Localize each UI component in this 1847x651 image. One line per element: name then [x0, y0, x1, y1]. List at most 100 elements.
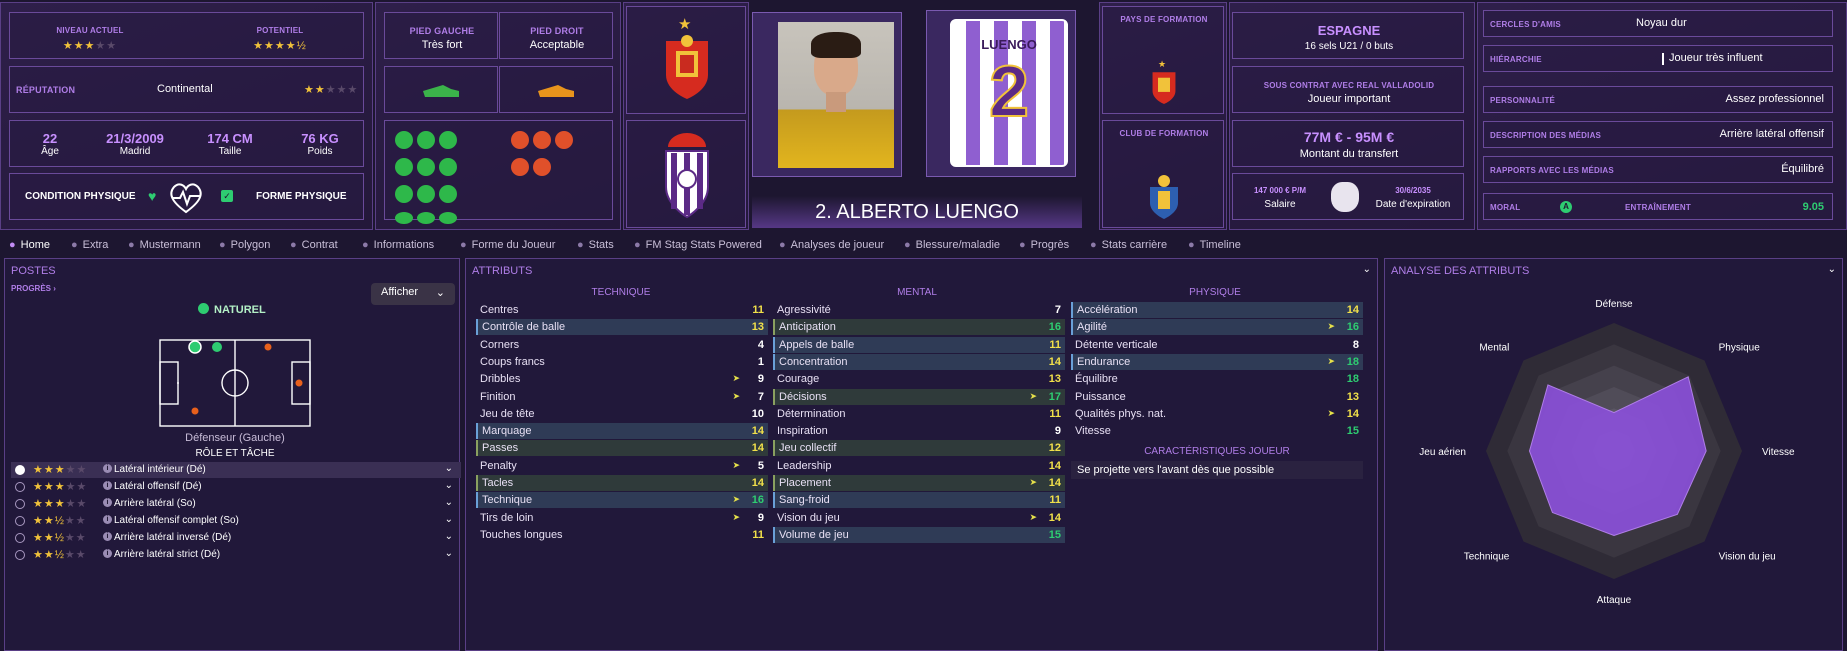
info-icon[interactable]: i [103, 532, 112, 541]
trait-icon [511, 131, 529, 149]
niveau-stars: ★★★★★ [62, 40, 118, 52]
info-row-hierarchy: HIÉRARCHIE Joueur très influent [1483, 45, 1833, 72]
role-row[interactable]: ★★½★★ i Latéral offensif complet (So) ⌄ [11, 513, 461, 529]
position-name: Défenseur (Gauche) [185, 432, 285, 444]
role-row[interactable]: ★★½★★ i Arrière latéral inversé (Dé) ⌄ [11, 530, 461, 546]
attribute-value: 13 [1346, 390, 1359, 403]
radio-button[interactable] [15, 465, 25, 475]
radio-button[interactable] [15, 499, 25, 509]
chevron-down-icon[interactable]: ⌄ [445, 514, 453, 525]
radar-chart: Défense Physique Vitesse Vision du jeu Attaq… [1419, 299, 1795, 606]
chevron-down-icon[interactable]: ⌄ [445, 548, 453, 559]
attribute-row: Contrôle de balle 13 [476, 319, 768, 336]
attribute-row: Finition ➤ 7 [476, 389, 768, 405]
tab-timeline[interactable]: ● Timeline [1188, 239, 1241, 251]
reputation-label: RÉPUTATION [16, 85, 76, 95]
tab-blessure[interactable]: ● Blessure/maladie [904, 239, 1000, 251]
tab-analyses[interactable]: ● Analyses de joueur [779, 239, 884, 251]
role-title: RÔLE ET TÂCHE [195, 448, 275, 459]
green-boot-icon [423, 85, 459, 97]
radar-axis-label: Défense [1595, 299, 1633, 310]
info-label: PERSONNALITÉ [1490, 96, 1556, 105]
role-row[interactable]: ★★★★★ i Arrière latéral (So) ⌄ [11, 496, 461, 512]
tab-progres[interactable]: ● Progrès [1019, 239, 1069, 251]
info-icon[interactable]: i [103, 515, 112, 524]
radio-button[interactable] [15, 533, 25, 543]
info-value: Équilibré [1781, 163, 1824, 175]
tab-stats[interactable]: ● Stats [577, 239, 614, 251]
nation-crest-box: ★ [626, 6, 746, 114]
info-icon[interactable]: i [103, 498, 112, 507]
attribute-name: Volume de jeu [779, 528, 849, 541]
chevron-down-icon[interactable]: ⌄ [445, 480, 453, 491]
analysis-panel: ANALYSE DES ATTRIBUTS ⌄ Défense Physique V… [1384, 258, 1843, 651]
attribute-name: Finition [480, 390, 516, 403]
attribute-row: Vision du jeu ➤ 14 [773, 510, 1065, 526]
tab-fm-stag[interactable]: ● FM Stag Stats Powered [634, 239, 762, 251]
attribute-value: 14 [1048, 511, 1061, 524]
attribute-name: Puissance [1075, 390, 1126, 403]
progres-link[interactable]: PROGRÈS › [11, 284, 56, 293]
attribute-value: 7 [1054, 304, 1061, 316]
salary-value: 147 000 € P/M [1253, 186, 1307, 195]
trait-item: Se projette vers l'avant dès que possibl… [1071, 461, 1363, 479]
attribute-value: 7 [757, 390, 764, 403]
tab-polygon[interactable]: ● Polygon [219, 239, 270, 251]
age-label: Âge [41, 146, 59, 157]
chevron-down-icon: ⌄ [435, 287, 445, 299]
info-value: Arrière latéral offensif [1719, 128, 1824, 140]
heart-icon: ♥ [148, 188, 157, 204]
chevron-down-icon[interactable]: ⌄ [1363, 264, 1371, 275]
tab-mustermann[interactable]: ● Mustermann [128, 239, 201, 251]
attribute-value: 14 [1048, 477, 1061, 489]
radio-button[interactable] [15, 516, 25, 526]
role-row[interactable]: ★★★★★ i Latéral offensif (Dé) ⌄ [11, 479, 461, 495]
dob-value: 21/3/2009 [106, 131, 164, 146]
attribute-name: Dribbles [480, 373, 521, 386]
attribute-name: Coups francs [480, 355, 545, 368]
attribute-row: Penalty ➤ 5 [476, 458, 768, 474]
tab-bar: ● Home ● Extra ● Mustermann ● Polygon ● Contr… [0, 236, 1847, 256]
info-value: Noyau dur [1636, 17, 1687, 29]
tab-forme-joueur[interactable]: ● Forme du Joueur [460, 239, 555, 251]
attribute-value: 16 [751, 494, 764, 507]
attribute-row: Puissance 13 [1071, 389, 1363, 405]
attribute-name: Courage [777, 373, 820, 386]
analysis-title: ANALYSE DES ATTRIBUTS [1391, 265, 1530, 277]
role-row[interactable]: ★★½★★ i Arrière latéral strict (Dé) ⌄ [11, 547, 461, 563]
radio-button[interactable] [15, 482, 25, 492]
chevron-down-icon[interactable]: ⌄ [445, 531, 453, 542]
tab-home[interactable]: ● Home [9, 239, 50, 251]
attribute-name: Détermination [777, 407, 846, 420]
info-icon[interactable]: i [103, 464, 112, 473]
tab-informations[interactable]: ● Informations [362, 239, 434, 251]
attribute-row: Qualités phys. nat. ➤ 14 [1071, 406, 1363, 422]
attribute-value: 13 [751, 321, 764, 334]
tab-contrat[interactable]: ● Contrat [290, 239, 338, 251]
las-palmas-crest-icon [1150, 175, 1178, 219]
height-label: Taille [218, 146, 242, 157]
red-trait-icons [509, 129, 589, 183]
attribute-value: 4 [757, 338, 764, 351]
role-row[interactable]: ★★★★★ i Latéral intérieur (Dé) ⌄ [11, 462, 461, 478]
trait-icon [439, 158, 457, 176]
tab-extra[interactable]: ● Extra [71, 239, 108, 251]
salary-box: 147 000 € P/M Salaire 30/6/2035 Date d'e… [1232, 173, 1464, 220]
radio-button[interactable] [15, 550, 25, 560]
attribute-value: 12 [1048, 442, 1061, 455]
reputation-stars: ★★★★★ [304, 84, 359, 96]
info-icon[interactable]: i [103, 481, 112, 490]
chevron-down-icon[interactable]: ⌄ [1828, 264, 1836, 275]
age-value: 22 [42, 131, 58, 146]
afficher-dropdown[interactable]: Afficher ⌄ [371, 283, 455, 305]
tab-stats-carriere[interactable]: ● Stats carrière [1090, 239, 1167, 251]
chevron-down-icon[interactable]: ⌄ [445, 463, 453, 474]
trend-arrow-icon: ➤ [1029, 390, 1037, 401]
naturel-badge: NATUREL [198, 303, 266, 316]
trend-arrow-icon: ➤ [732, 373, 740, 384]
hierarchy-bar [1662, 53, 1664, 65]
trait-icon [417, 131, 435, 149]
info-icon[interactable]: i [103, 549, 112, 558]
player-photo [778, 22, 894, 168]
chevron-down-icon[interactable]: ⌄ [445, 497, 453, 508]
